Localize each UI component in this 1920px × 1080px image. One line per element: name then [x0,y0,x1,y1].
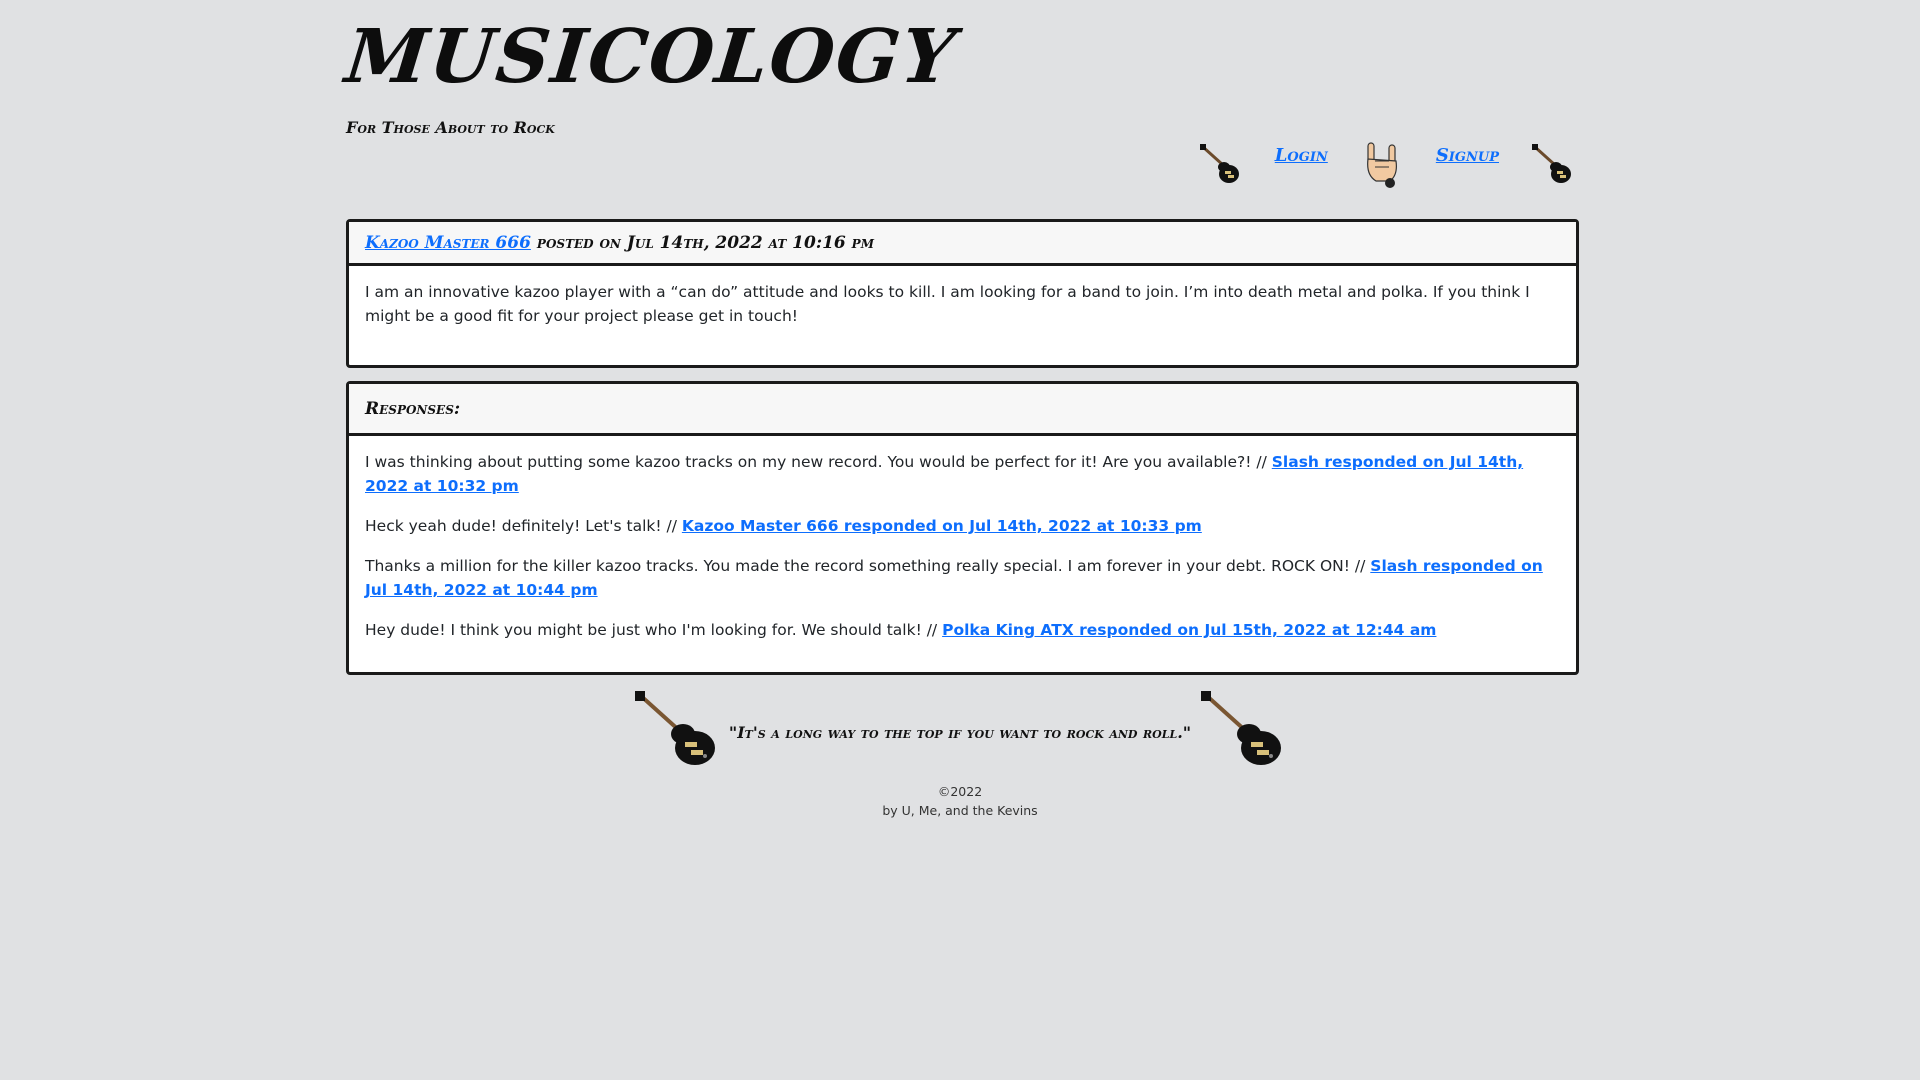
responses-body: I was thinking about putting some kazoo … [349,436,1576,672]
response-link[interactable]: Polka King ATX responded on Jul 15th, 20… [942,621,1436,639]
signup-link[interactable]: Signup [1436,145,1499,166]
credit-text: by U, Me, and the Kevins [882,803,1038,818]
footer-quote: "It's a long way to the top if you want … [728,722,1192,742]
response-link[interactable]: Kazoo Master 666 responded on Jul 14th, … [682,517,1202,535]
response-text: Heck yeah dude! definitely! Let's talk! … [365,517,677,535]
responses-heading: Responses: [365,398,461,419]
post-meta: posted on Jul 14th, 2022 at 10:16 pm [536,232,874,253]
responses-card: Responses: I was thinking about putting … [346,381,1579,675]
login-link[interactable]: Login [1275,145,1328,166]
post-body: I am an innovative kazoo player with a “… [349,266,1576,365]
response-text: Hey dude! I think you might be just who … [365,621,938,639]
response-item: Heck yeah dude! definitely! Let's talk! … [365,514,1560,538]
site-header: MUSICOLOGY For Those About to Rock [341,14,960,137]
site-footer: "It's a long way to the top if you want … [0,690,1920,820]
rock-hand-icon [1358,142,1406,188]
site-title: MUSICOLOGY [341,14,961,100]
guitar-icon [1199,690,1287,774]
response-text: I was thinking about putting some kazoo … [365,453,1267,471]
site-tagline: For Those About to Rock [346,118,555,137]
post-card: Kazoo Master 666 posted on Jul 14th, 202… [346,219,1579,368]
response-text: Thanks a million for the killer kazoo tr… [365,557,1366,575]
responses-header: Responses: [349,384,1576,436]
response-item: Hey dude! I think you might be just who … [365,618,1560,642]
post-text: I am an innovative kazoo player with a “… [365,283,1530,325]
copyright-text: ©2022 [937,784,983,799]
footer-copyright-block: ©2022 by U, Me, and the Kevins [0,782,1920,820]
guitar-icon [1529,143,1577,187]
top-nav: Login Signup [1197,142,1577,188]
guitar-icon [633,690,721,774]
response-item: Thanks a million for the killer kazoo tr… [365,554,1560,602]
post-author-link[interactable]: Kazoo Master 666 [365,233,531,253]
post-header: Kazoo Master 666 posted on Jul 14th, 202… [349,222,1576,266]
response-item: I was thinking about putting some kazoo … [365,450,1560,498]
footer-quote-row: "It's a long way to the top if you want … [0,690,1920,774]
guitar-icon [1197,143,1245,187]
